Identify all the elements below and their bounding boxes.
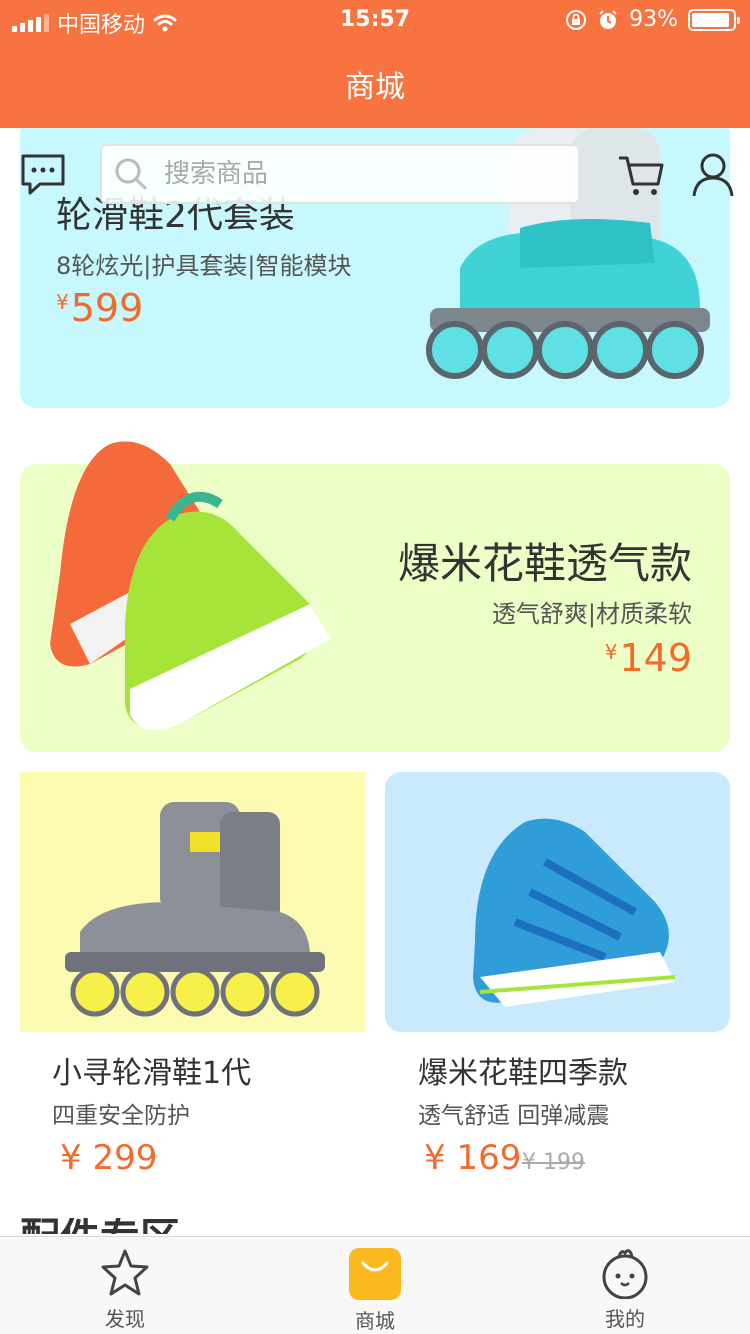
- promo-price: ¥599: [56, 286, 144, 330]
- message-icon[interactable]: [18, 150, 68, 200]
- promo-price: ¥149: [604, 636, 692, 680]
- tab-label: 发现: [105, 1307, 145, 1331]
- sneaker-image: [473, 818, 676, 1007]
- shop-bag-icon: [349, 1248, 401, 1300]
- product-original-price: ¥ 199: [522, 1150, 585, 1175]
- cart-icon[interactable]: [616, 150, 666, 200]
- tab-label: 我的: [605, 1307, 645, 1331]
- battery-percent: 93%: [629, 7, 678, 32]
- product-card-popcorn-seasons[interactable]: [385, 772, 730, 1032]
- product-price: ¥ 299: [60, 1138, 158, 1178]
- status-bar: 中国移动 15:57 93%: [0, 0, 750, 40]
- product-desc: 透气舒适 回弹减震: [418, 1103, 610, 1129]
- skate-image: [65, 802, 325, 1017]
- product-price: ¥ 169: [424, 1138, 522, 1178]
- product-desc: 四重安全防护: [52, 1103, 190, 1129]
- search-box[interactable]: [100, 144, 580, 204]
- top-bar: 中国移动 15:57 93% 商城: [0, 0, 750, 128]
- promo-title: 爆米花鞋透气款: [397, 539, 692, 588]
- promo-features: 透气舒爽|材质柔软: [491, 600, 692, 628]
- promo-features: 8轮炫光|护具套装|智能模块: [56, 252, 352, 280]
- mascot-icon: [602, 1249, 648, 1299]
- product-name[interactable]: 小寻轮滑鞋1代: [52, 1048, 251, 1092]
- section-title: 配件专区: [20, 1218, 180, 1234]
- star-icon: [101, 1249, 149, 1296]
- battery-level: [692, 12, 730, 27]
- product-name[interactable]: 爆米花鞋四季款: [418, 1048, 628, 1092]
- page-title: 商城: [345, 70, 405, 105]
- tab-label: 商城: [355, 1309, 395, 1333]
- product-card-skates1[interactable]: [20, 772, 365, 1032]
- mall-content[interactable]: 轮滑鞋2代套装 8轮炫光|护具套装|智能模块 ¥599 爆米花鞋透气款 透气舒爽…: [0, 128, 750, 1234]
- tab-discover[interactable]: 发现: [50, 1247, 200, 1332]
- search-bar: [0, 128, 750, 220]
- sneaker-pair-image: [50, 441, 330, 730]
- tab-mall[interactable]: 商城: [300, 1247, 450, 1334]
- search-input[interactable]: [164, 159, 544, 189]
- rotation-lock-icon: [566, 9, 587, 30]
- tab-mine[interactable]: 我的: [550, 1247, 700, 1332]
- user-icon[interactable]: [688, 150, 738, 200]
- alarm-icon: [599, 9, 617, 29]
- search-icon: [115, 158, 147, 190]
- battery-icon: [688, 8, 740, 31]
- bottom-tab-bar: 发现 商城 我的: [0, 1236, 750, 1334]
